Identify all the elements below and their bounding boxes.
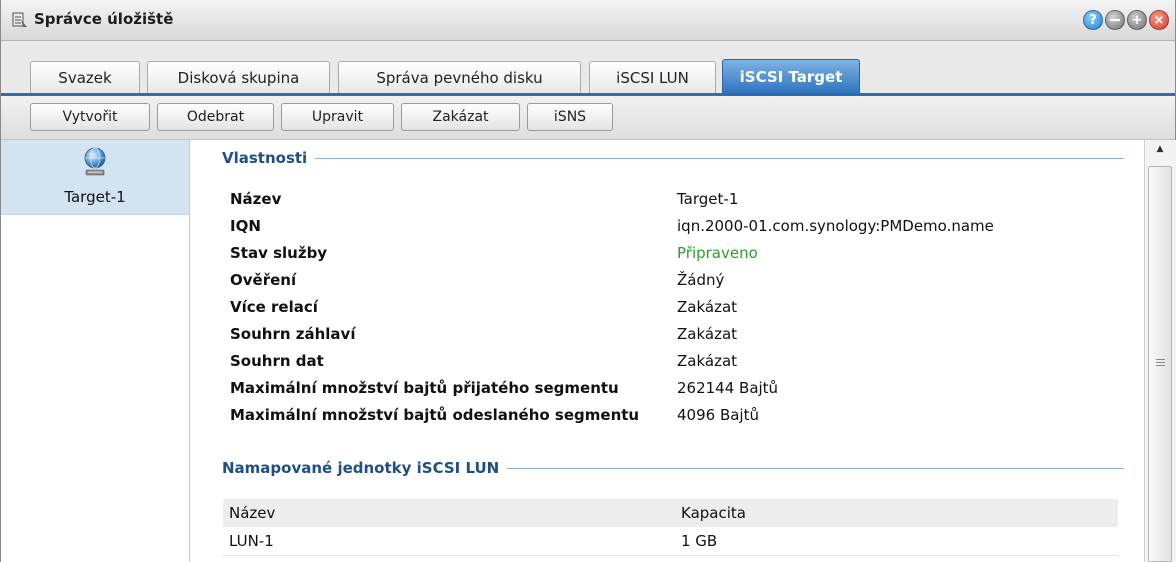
- tab-sprava-pevneho-disku[interactable]: Správa pevného disku: [338, 61, 581, 93]
- scrollbar-thumb[interactable]: [1148, 166, 1172, 562]
- mapped-luns-section-title: Namapované jednotky iSCSI LUN: [222, 459, 508, 477]
- vertical-scrollbar[interactable]: ▲: [1144, 140, 1176, 562]
- property-value-service-status: Připraveno: [677, 244, 758, 262]
- tab-bar: Svazek Disková skupina Správa pevného di…: [1, 41, 1175, 93]
- mapped-luns-divider: [490, 468, 1124, 469]
- lun-name-cell: LUN-1: [229, 532, 274, 550]
- property-label-authentication: Ověření: [230, 271, 297, 289]
- property-value-data-digest: Zakázat: [677, 352, 738, 370]
- table-row[interactable]: LUN-1 1 GB: [223, 527, 1118, 556]
- disable-button[interactable]: Zakázat: [401, 103, 520, 131]
- property-label-multiple-sessions: Více relací: [230, 298, 318, 316]
- column-header-name[interactable]: Název: [223, 499, 675, 527]
- property-value-iqn: iqn.2000-01.com.synology:PMDemo.name: [677, 217, 994, 235]
- help-icon[interactable]: ?: [1083, 10, 1103, 30]
- tab-svazek[interactable]: Svazek: [30, 61, 140, 93]
- property-value-name: Target-1: [677, 190, 739, 208]
- storage-manager-app-icon: [12, 12, 27, 27]
- property-value-multiple-sessions: Zakázat: [677, 298, 738, 316]
- grip-icon: [1156, 359, 1165, 368]
- property-label-data-digest: Souhrn dat: [230, 352, 324, 370]
- close-icon[interactable]: ×: [1149, 10, 1169, 30]
- property-value-max-recv-segment: 262144 Bajtů: [677, 379, 779, 397]
- tab-iscsi-lun[interactable]: iSCSI LUN: [589, 61, 716, 93]
- isns-button[interactable]: iSNS: [527, 103, 613, 131]
- property-value-header-digest: Zakázat: [677, 325, 738, 343]
- property-label-header-digest: Souhrn záhlaví: [230, 325, 356, 343]
- property-label-max-send-segment: Maximální množství bajtů odeslaného segm…: [230, 406, 640, 424]
- title-bar[interactable]: Správce úložiště ? + ×: [1, 0, 1175, 41]
- property-value-authentication: Žádný: [677, 271, 725, 289]
- column-header-capacity[interactable]: Kapacita: [675, 499, 1118, 527]
- globe-icon: [84, 147, 106, 176]
- window-controls: ? + ×: [1083, 10, 1169, 30]
- target-list-item[interactable]: Target-1: [1, 140, 189, 215]
- property-label-name: Název: [230, 190, 282, 208]
- toolbar: Vytvořit Odebrat Upravit Zakázat iSNS: [1, 96, 1175, 140]
- create-button[interactable]: Vytvořit: [30, 103, 150, 131]
- window-title: Správce úložiště: [34, 10, 174, 28]
- tab-diskova-skupina[interactable]: Disková skupina: [147, 61, 330, 93]
- tab-iscsi-target[interactable]: iSCSI Target: [722, 59, 860, 93]
- properties-section-title: Vlastnosti: [222, 149, 316, 167]
- properties-divider: [226, 158, 1124, 159]
- lun-capacity-cell: 1 GB: [681, 532, 718, 550]
- target-details-panel: Vlastnosti Název Target-1 IQN iqn.2000-0…: [190, 140, 1144, 562]
- scroll-up-arrow-icon[interactable]: ▲: [1153, 142, 1167, 156]
- table-header-row: Název Kapacita: [223, 499, 1118, 527]
- target-list-item-label: Target-1: [64, 188, 126, 206]
- maximize-icon[interactable]: +: [1127, 10, 1147, 30]
- property-value-max-send-segment: 4096 Bajtů: [677, 406, 759, 424]
- storage-manager-window: Správce úložiště ? + × Svazek Disková sk…: [0, 0, 1176, 562]
- minimize-icon[interactable]: [1105, 10, 1125, 30]
- target-list: Target-1: [1, 140, 190, 562]
- property-label-iqn: IQN: [230, 217, 261, 235]
- property-label-max-recv-segment: Maximální množství bajtů přijatého segme…: [230, 379, 619, 397]
- edit-button[interactable]: Upravit: [281, 103, 394, 131]
- mapped-luns-table: Název Kapacita LUN-1 1 GB: [223, 499, 1118, 556]
- property-label-service-status: Stav služby: [230, 244, 328, 262]
- remove-button[interactable]: Odebrat: [157, 103, 274, 131]
